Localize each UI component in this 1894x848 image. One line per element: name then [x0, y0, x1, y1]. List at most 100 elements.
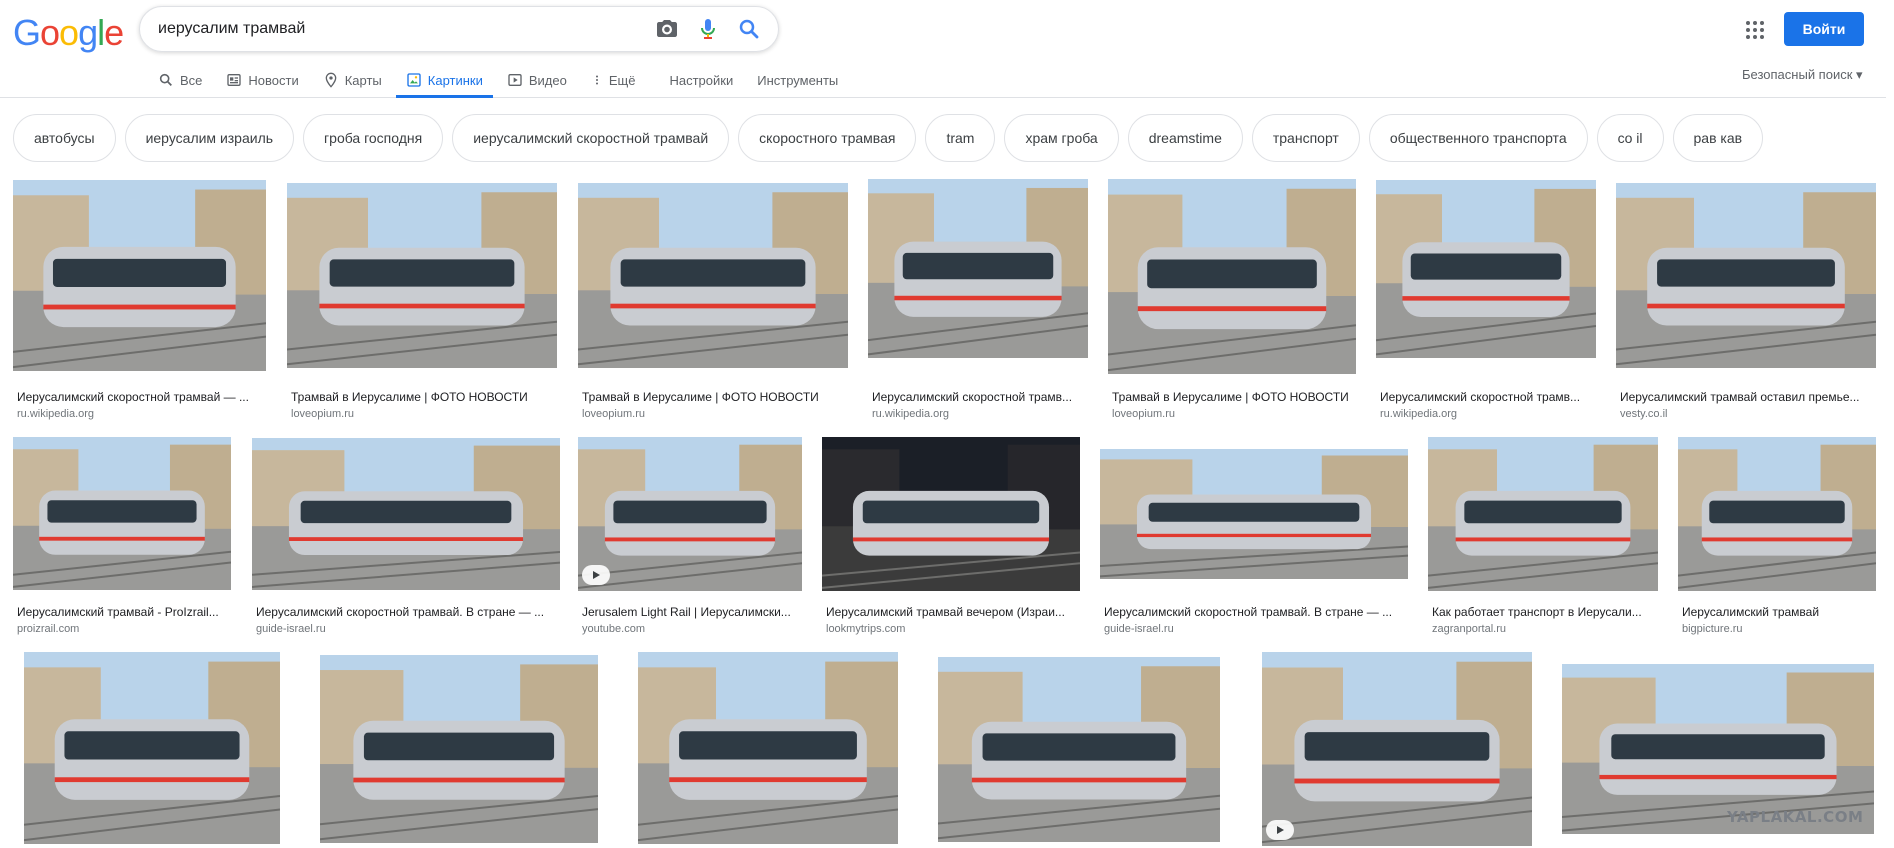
result-thumbnail[interactable]	[24, 652, 280, 844]
chip[interactable]: храм гроба	[1004, 114, 1119, 162]
result-thumbnail[interactable]	[822, 437, 1080, 591]
play-icon	[508, 74, 522, 86]
result-thumbnail[interactable]	[578, 183, 848, 368]
logo-letter: g	[78, 12, 98, 53]
result-title[interactable]: Иерусалимский скоростной трамвай — ...	[17, 390, 264, 404]
tab-all[interactable]: Все	[158, 62, 214, 98]
search-icon[interactable]	[737, 17, 761, 41]
tab-more[interactable]: Ещё	[591, 62, 648, 98]
result-thumbnail[interactable]	[1262, 652, 1532, 846]
logo-letter: G	[13, 12, 41, 53]
tab-label: Картинки	[427, 72, 483, 88]
result-title[interactable]: Иерусалимский скоростной трамвай. В стра…	[1104, 605, 1406, 619]
apps-grid-icon[interactable]	[1743, 18, 1767, 42]
result-thumbnail[interactable]	[868, 179, 1088, 358]
result-title[interactable]: Иерусалимский трамвай	[1682, 605, 1874, 619]
image-results-grid: Иерусалимский скоростной трамвай — ... ru…	[0, 176, 1894, 848]
safe-search-label: Безопасный поиск	[1742, 67, 1853, 82]
result-source[interactable]: guide-israel.ru	[1104, 623, 1406, 635]
result-thumbnail[interactable]	[1616, 183, 1876, 368]
tab-label: Новости	[248, 72, 299, 88]
top-bar: Google Все Новости Карты Картинки	[0, 0, 1894, 98]
result-title[interactable]: Как работает транспорт в Иерусали...	[1432, 605, 1656, 619]
chip[interactable]: гроба господня	[303, 114, 444, 162]
result-title[interactable]: Иерусалимский трамвай оставил премье...	[1620, 390, 1874, 404]
tab-images[interactable]: Картинки	[395, 62, 495, 98]
result-source[interactable]: ru.wikipedia.org	[17, 408, 264, 420]
chip[interactable]: tram	[925, 114, 996, 162]
result-title[interactable]: Иерусалимский трамвай вечером (Израи...	[826, 605, 1078, 619]
tab-label: Карты	[344, 72, 382, 88]
result-title[interactable]: Трамвай в Иерусалиме | ФОТО НОВОСТИ	[291, 390, 555, 404]
news-icon	[227, 74, 242, 86]
image-icon	[407, 73, 421, 87]
result-thumbnail[interactable]	[638, 652, 898, 844]
result-thumbnail[interactable]	[252, 438, 560, 590]
chip[interactable]: иерусалимский скоростной трамвай	[452, 114, 730, 162]
result-source[interactable]: guide-israel.ru	[256, 623, 558, 635]
page-edge	[1886, 0, 1894, 848]
result-source[interactable]: loveopium.ru	[291, 408, 555, 420]
result-source[interactable]: loveopium.ru	[1112, 408, 1354, 420]
result-source[interactable]: ru.wikipedia.org	[872, 408, 1086, 420]
result-thumbnail[interactable]	[13, 180, 266, 371]
result-source[interactable]: bigpicture.ru	[1682, 623, 1874, 635]
result-source[interactable]: vesty.co.il	[1620, 408, 1874, 420]
sign-in-button[interactable]: Войти	[1784, 12, 1864, 46]
related-chips: автобусы иерусалим израиль гроба господн…	[13, 114, 1772, 162]
tab-news[interactable]: Новости	[226, 62, 310, 98]
search-input[interactable]	[158, 7, 638, 51]
tab-label: Настройки	[669, 72, 734, 88]
result-thumbnail[interactable]	[1108, 179, 1356, 374]
result-source[interactable]: lookmytrips.com	[826, 623, 1078, 635]
video-play-icon	[582, 565, 610, 585]
tab-label: Видео	[528, 72, 567, 88]
result-title[interactable]: Jerusalem Light Rail | Иерусалимски...	[582, 605, 800, 619]
video-play-icon	[1266, 820, 1294, 840]
result-source[interactable]: ru.wikipedia.org	[1380, 408, 1594, 420]
result-thumbnail[interactable]	[578, 437, 802, 591]
chip[interactable]: автобусы	[13, 114, 116, 162]
result-thumbnail[interactable]	[13, 437, 231, 590]
result-title[interactable]: Трамвай в Иерусалиме | ФОТО НОВОСТИ	[582, 390, 846, 404]
logo-letter: o	[59, 12, 79, 53]
result-thumbnail[interactable]	[320, 655, 598, 843]
result-thumbnail[interactable]	[287, 183, 557, 368]
tab-label: Все	[180, 72, 203, 88]
tab-video[interactable]: Видео	[507, 62, 579, 98]
camera-icon[interactable]	[655, 17, 679, 41]
microphone-icon[interactable]	[696, 17, 720, 41]
tab-settings[interactable]: Настройки	[669, 62, 745, 98]
result-source[interactable]: proizrail.com	[17, 623, 229, 635]
result-title[interactable]: Иерусалимский скоростной трамвай. В стра…	[256, 605, 558, 619]
caret-down-icon: ▾	[1856, 67, 1863, 82]
watermark: YAPLAKAL.COM	[1727, 808, 1864, 826]
result-thumbnail[interactable]	[938, 657, 1220, 842]
result-source[interactable]: youtube.com	[582, 623, 800, 635]
result-thumbnail[interactable]	[1428, 437, 1658, 591]
result-source[interactable]: zagranportal.ru	[1432, 623, 1656, 635]
chip[interactable]: скоростного трамвая	[738, 114, 917, 162]
google-logo[interactable]: Google	[13, 12, 124, 54]
chip[interactable]: общественного транспорта	[1368, 114, 1588, 162]
result-title[interactable]: Иерусалимский скоростной трамв...	[1380, 390, 1594, 404]
result-thumbnail[interactable]	[1376, 180, 1596, 358]
result-title[interactable]: Иерусалимский скоростной трамв...	[872, 390, 1086, 404]
result-title[interactable]: Трамвай в Иерусалиме | ФОТО НОВОСТИ	[1112, 390, 1354, 404]
chip[interactable]: co il	[1596, 114, 1664, 162]
chip[interactable]: dreamstime	[1127, 114, 1243, 162]
result-title[interactable]: Иерусалимский трамвай - ProIzrail...	[17, 605, 229, 619]
tab-maps[interactable]: Карты	[323, 62, 394, 98]
result-thumbnail[interactable]	[1100, 449, 1408, 579]
safe-search-dropdown[interactable]: Безопасный поиск ▾	[1742, 67, 1863, 83]
chip[interactable]: транспорт	[1251, 114, 1360, 162]
logo-letter: o	[40, 12, 60, 53]
result-source[interactable]: loveopium.ru	[582, 408, 846, 420]
chip[interactable]: иерусалим израиль	[124, 114, 295, 162]
map-pin-icon	[325, 72, 337, 88]
result-thumbnail[interactable]	[1678, 437, 1876, 591]
tab-tools[interactable]: Инструменты	[757, 62, 850, 98]
logo-letter: l	[97, 12, 105, 53]
chip[interactable]: рав кав	[1672, 114, 1764, 162]
search-tabs: Все Новости Карты Картинки Видео Ещё Нас…	[158, 62, 862, 98]
